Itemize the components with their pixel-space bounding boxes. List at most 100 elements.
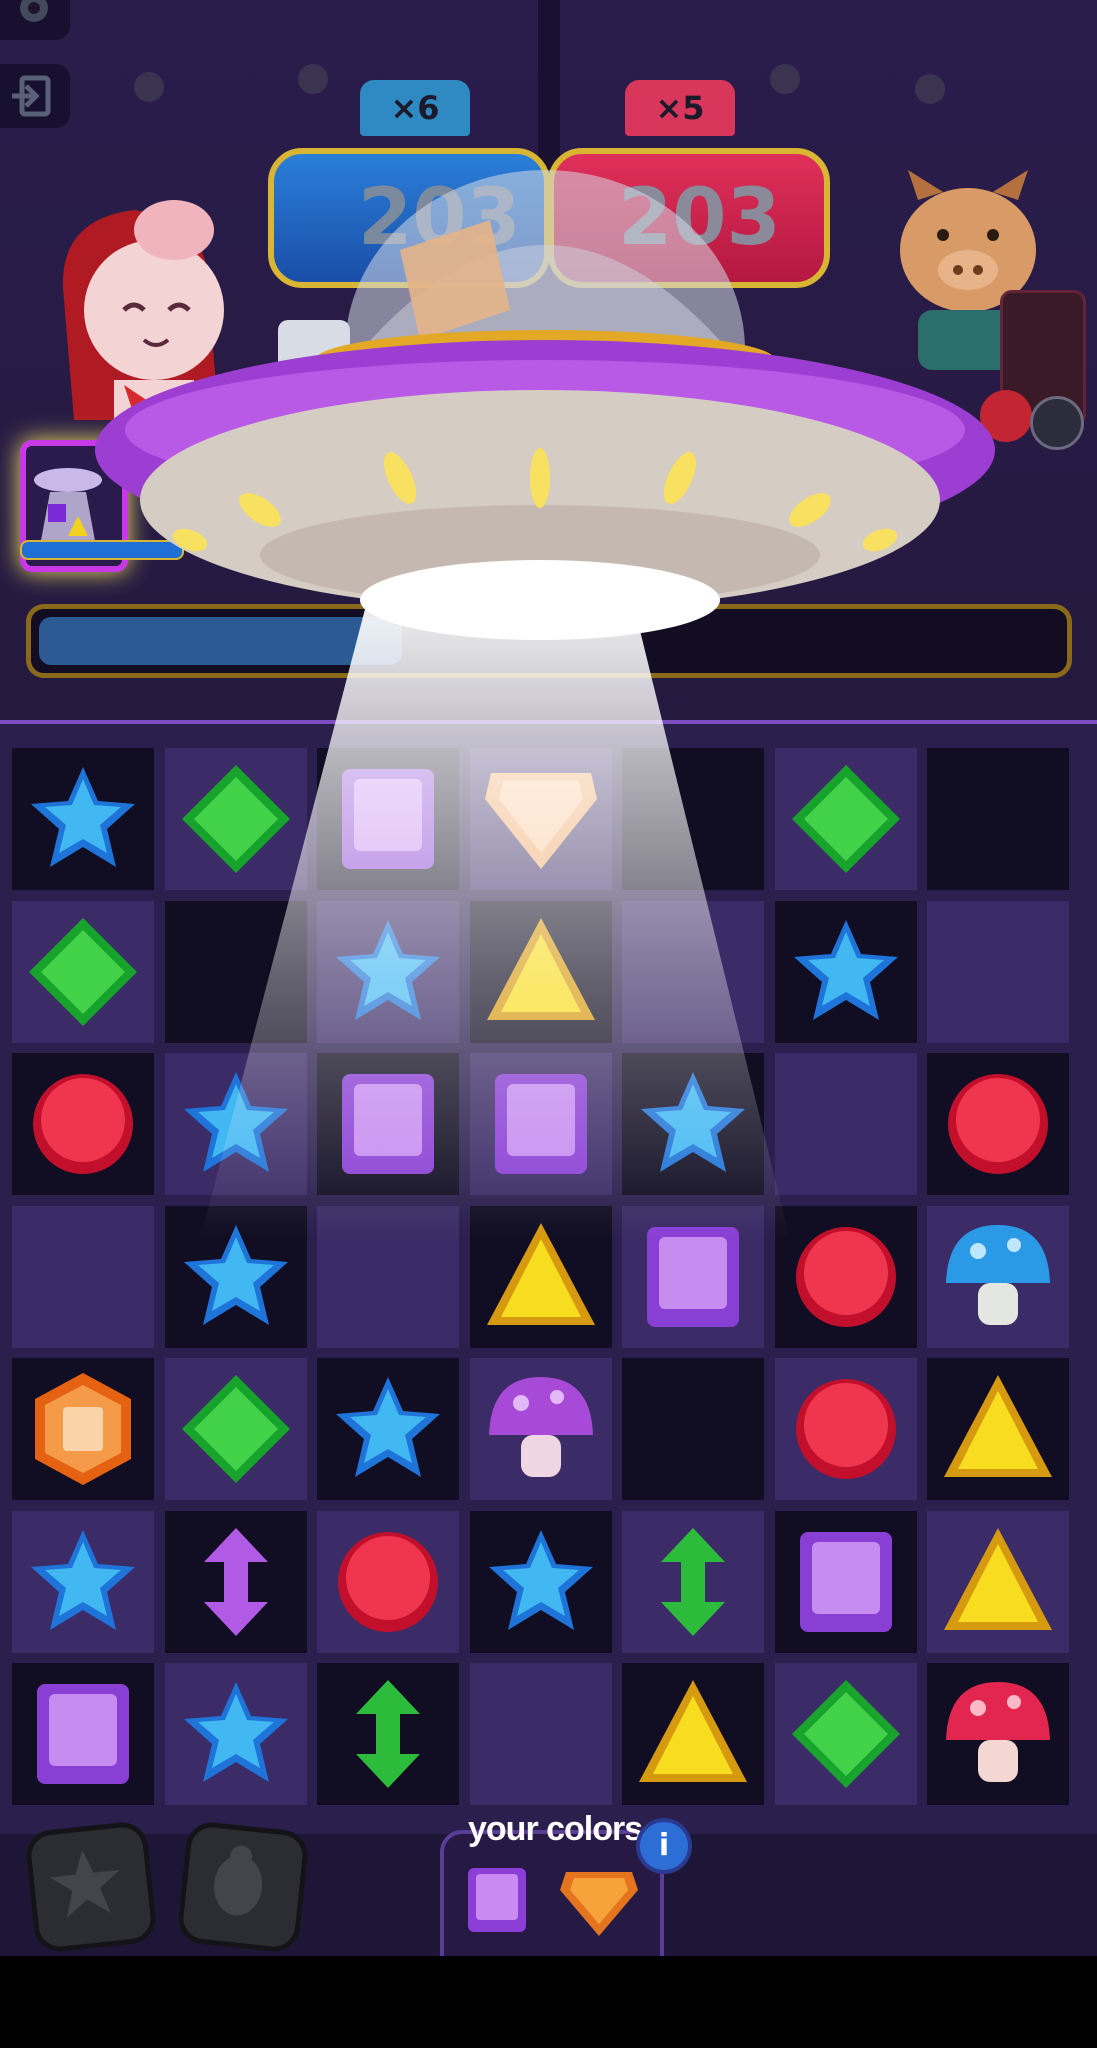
bottom-black-bar [0,1956,1097,2048]
your-color-purple-square [468,1868,526,1932]
board-cell[interactable] [164,748,307,890]
board-cell[interactable] [469,1510,612,1653]
star-piece-icon [183,1072,288,1172]
board-cell[interactable] [164,1510,307,1653]
rabbit-character [62,200,224,440]
board-cell[interactable] [469,1205,612,1348]
board-cell[interactable] [164,1053,307,1195]
board-cell[interactable] [774,1205,917,1348]
square-piece-icon [342,1074,434,1174]
board-cell[interactable] [164,900,307,1043]
stage-light-right [770,64,800,94]
board-cell[interactable] [469,900,612,1043]
board-cell[interactable] [317,1663,459,1805]
circle-piece-icon [338,1531,438,1632]
board-cell[interactable] [774,1358,917,1500]
beetle-booster-button[interactable] [175,1819,311,1955]
chat-icon[interactable] [278,320,350,370]
circle-piece-icon [948,1074,1048,1174]
board-cell[interactable] [774,900,917,1043]
progress-bar-fill [39,617,402,665]
gear-icon [20,0,48,22]
mushroom-purple-piece-icon [488,1377,593,1477]
board-cell[interactable] [164,1205,307,1348]
left-score-panel: 203 [268,148,550,288]
board-cell[interactable] [164,1663,307,1805]
left-multiplier: ×6 [360,80,470,136]
board-cell[interactable] [12,1205,154,1348]
diamond-piece-icon [791,765,900,873]
star-piece-icon [793,919,898,1020]
triangle-piece-icon [639,1680,747,1782]
diamond-piece-icon [181,1375,290,1483]
your-color-orange-gem [560,1872,638,1936]
stage-light-far-right [915,74,945,104]
mushroom-blue-piece-icon [946,1224,1050,1325]
star-piece-icon [183,1224,288,1325]
game-board [12,748,1082,1818]
board-cell[interactable] [317,1053,459,1195]
board-cell[interactable] [622,1053,764,1195]
board-cell[interactable] [622,1205,764,1348]
diamond-piece-icon [181,765,290,873]
board-cell[interactable] [622,1510,764,1653]
board-cell[interactable] [12,748,154,890]
star-booster-button[interactable] [23,1819,159,1955]
star-piece-icon [641,1072,745,1172]
board-cell[interactable] [927,1510,1069,1653]
board-cell[interactable] [774,748,917,890]
board-cell[interactable] [317,748,459,890]
triangle-piece-icon [486,917,595,1020]
mushroom-red-piece-icon [946,1682,1050,1782]
star-booster-icon [49,1849,120,1918]
right-score-panel: 203 [548,148,830,288]
board-cell[interactable] [927,900,1069,1043]
triangle-piece-icon [486,1222,595,1325]
star-piece-icon [336,919,440,1020]
board-cell[interactable] [317,900,459,1043]
board-cell[interactable] [927,1205,1069,1348]
board-cell[interactable] [622,1358,764,1500]
orange-gem-piece-icon [484,773,597,869]
board-cell[interactable] [469,1663,612,1805]
settings-button[interactable] [0,0,70,40]
board-cell[interactable] [927,1358,1069,1500]
board-cell[interactable] [622,1663,764,1805]
board-cell[interactable] [12,1358,154,1500]
board-cell[interactable] [774,1053,917,1195]
board-cell[interactable] [622,748,764,890]
exit-icon [12,75,51,117]
board-cell[interactable] [469,1053,612,1195]
board-cell[interactable] [317,1510,459,1653]
board-cell[interactable] [927,748,1069,890]
stage-light-mid [298,64,328,94]
board-cell[interactable] [927,1053,1069,1195]
board-cell[interactable] [12,900,154,1043]
board-cell[interactable] [774,1663,917,1805]
info-icon: i [658,1828,670,1863]
star-piece-icon [31,1529,135,1630]
game-screen: { "top_bar": { "settings_icon": "gear-ic… [0,0,1097,2048]
board-cell[interactable] [774,1510,917,1653]
board-cell[interactable] [469,1358,612,1500]
board-cell[interactable] [164,1358,307,1500]
board-cell[interactable] [12,1663,154,1805]
arrow-green-piece-icon [356,1680,420,1788]
info-button[interactable]: i [636,1818,692,1874]
diamond-piece-icon [29,917,137,1026]
board-cell[interactable] [469,748,612,890]
right-multiplier: ×5 [625,80,735,136]
board-cell[interactable] [317,1358,459,1500]
square-piece-icon [494,1074,587,1174]
exit-button[interactable] [0,64,70,128]
board-cell[interactable] [12,1053,154,1195]
progress-bar [26,604,1072,678]
star-piece-icon [488,1529,593,1630]
board-cell[interactable] [622,900,764,1043]
board-cell[interactable] [927,1663,1069,1805]
beetle-booster-icon [214,1845,263,1916]
arrow-purple-piece-icon [203,1527,268,1636]
bomb-orange-piece-icon [35,1373,131,1485]
board-cell[interactable] [12,1510,154,1653]
board-cell[interactable] [317,1205,459,1348]
